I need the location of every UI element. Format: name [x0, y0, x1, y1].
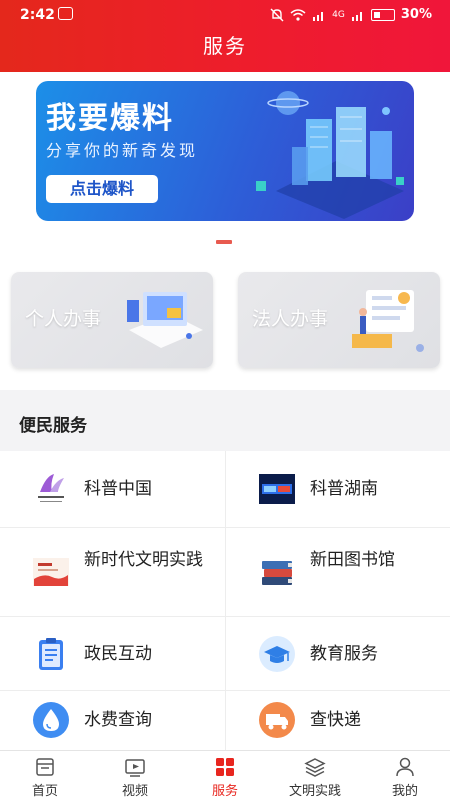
personal-affairs-card[interactable]: 个人办事 — [11, 272, 213, 368]
graduation-cap-icon — [259, 635, 295, 672]
clipboard-icon — [39, 637, 63, 670]
tab-label: 视频 — [121, 784, 148, 799]
battery-percent: 30% — [400, 7, 432, 22]
corporate-affairs-card[interactable]: 法人办事 — [238, 272, 440, 368]
tab-label: 服务 — [211, 784, 238, 799]
kepu-china-logo-icon — [38, 474, 64, 502]
bottom-tab-bar: 首页 视频 服务 文明实践 我的 — [0, 750, 450, 801]
books-icon — [262, 561, 292, 585]
service-item-water-bill[interactable]: 水费查询 — [0, 691, 225, 751]
service-item-government-interaction[interactable]: 政民互动 — [0, 617, 225, 690]
notification-icon — [58, 7, 73, 20]
service-item-kepu-hunan[interactable]: 科普湖南 — [225, 451, 450, 527]
service-label: 水费查询 — [84, 710, 152, 730]
delivery-truck-icon — [259, 702, 295, 738]
tab-video[interactable]: 视频 — [90, 751, 180, 801]
services-grid-icon — [216, 758, 234, 776]
page-title: 服务 — [203, 34, 247, 58]
personal-service-illustration-icon — [127, 292, 203, 348]
service-label: 教育服务 — [310, 643, 378, 664]
civilization-practice-icon — [33, 558, 69, 586]
status-bar: 2:42 4G 30% — [0, 0, 450, 30]
battery-icon — [370, 8, 395, 21]
banner-area: 我要爆料 分享你的新奇发现 点击爆料 — [0, 72, 450, 250]
banner-title: 我要爆料 — [46, 101, 174, 136]
layers-icon — [304, 758, 326, 777]
kepu-hunan-logo-icon — [259, 474, 295, 504]
banner-subtitle: 分享你的新奇发现 — [46, 141, 199, 160]
signal-icon — [313, 11, 324, 21]
video-icon — [125, 759, 145, 777]
tab-label: 首页 — [31, 784, 58, 799]
signal-icon-2 — [351, 11, 362, 21]
network-type: 4G — [332, 9, 345, 20]
service-label: 查快递 — [310, 710, 361, 730]
service-item-kepu-china[interactable]: 科普中国 — [0, 451, 225, 527]
personal-affairs-label: 个人办事 — [25, 308, 102, 330]
tab-label: 我的 — [391, 784, 418, 799]
tab-profile[interactable]: 我的 — [360, 751, 450, 801]
city-illustration-icon — [256, 91, 404, 219]
wifi-icon — [290, 9, 306, 21]
service-item-education[interactable]: 教育服务 — [225, 617, 450, 690]
service-item-express-tracking[interactable]: 查快递 — [225, 691, 450, 751]
section-title: 便民服务 — [19, 416, 87, 436]
status-time: 2:42 — [20, 7, 55, 23]
service-label: 科普中国 — [84, 479, 152, 499]
service-label: 科普湖南 — [310, 479, 378, 499]
service-label: 政民互动 — [84, 643, 152, 664]
carousel-indicator[interactable] — [216, 240, 232, 244]
tab-home[interactable]: 首页 — [0, 751, 90, 801]
tip-off-banner[interactable]: 我要爆料 分享你的新奇发现 点击爆料 — [36, 81, 414, 221]
quick-actions: 个人办事 法人办事 — [0, 250, 450, 390]
section-header: 便民服务 — [0, 391, 450, 451]
service-label: 新时代文明实践 — [84, 550, 203, 570]
tip-off-button[interactable]: 点击爆料 — [46, 175, 158, 203]
status-icons: 4G 30% — [270, 7, 432, 22]
water-drop-icon — [33, 702, 69, 738]
tab-civilization-practice[interactable]: 文明实践 — [270, 751, 360, 801]
service-grid: 科普中国 科普湖南 新时代文明实践 新田图书馆 政民互动 教育服务 水费查询 查… — [0, 451, 450, 751]
user-icon — [396, 757, 414, 777]
app-header: 2:42 4G 30% 服务 — [0, 0, 450, 72]
service-item-xintian-library[interactable]: 新田图书馆 — [225, 528, 450, 616]
service-label: 新田图书馆 — [310, 550, 395, 570]
service-item-civilization-practice[interactable]: 新时代文明实践 — [0, 528, 225, 616]
tab-label: 文明实践 — [288, 784, 341, 799]
home-icon — [36, 758, 54, 776]
mute-bell-icon — [270, 8, 284, 21]
corporate-affairs-label: 法人办事 — [252, 308, 329, 330]
tab-services[interactable]: 服务 — [180, 751, 270, 801]
corporate-service-illustration-icon — [352, 290, 424, 352]
